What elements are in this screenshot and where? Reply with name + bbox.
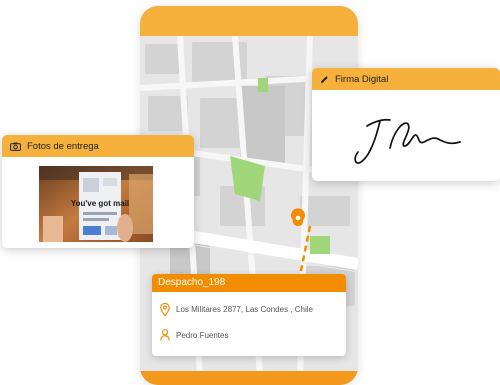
pencil-icon [321, 75, 328, 83]
camera-icon [10, 142, 21, 151]
location-pin-icon [160, 302, 170, 316]
photo-card-title: Fotos de entrega [27, 140, 99, 152]
signature-card-header: Firma Digital [312, 68, 500, 90]
phone-top-bar [140, 6, 358, 36]
dispatch-address-row: Los Militares 2877, Las Condes , Chile [160, 302, 313, 316]
photo-card[interactable]: Fotos de entrega You've got mail [2, 135, 194, 248]
dispatch-card[interactable]: Despacho_198 Los Militares 2877, Las Con… [152, 274, 346, 356]
dispatch-title: Despacho_198 [152, 274, 346, 292]
signature-drawing [354, 118, 461, 164]
photo-card-header: Fotos de entrega [2, 135, 194, 157]
dispatch-customer: Pedro Fuentes [176, 330, 229, 340]
photo-caption-text: You've got mail [71, 199, 129, 208]
person-icon [160, 329, 170, 341]
signature-card-title: Firma Digital [335, 73, 389, 85]
dispatch-address: Los Militares 2877, Las Condes , Chile [176, 304, 313, 314]
delivery-photo[interactable]: You've got mail [39, 166, 153, 242]
signature-card[interactable]: Firma Digital [312, 68, 500, 181]
dispatch-customer-row: Pedro Fuentes [160, 328, 228, 342]
phone-bottom-bar [140, 371, 358, 385]
